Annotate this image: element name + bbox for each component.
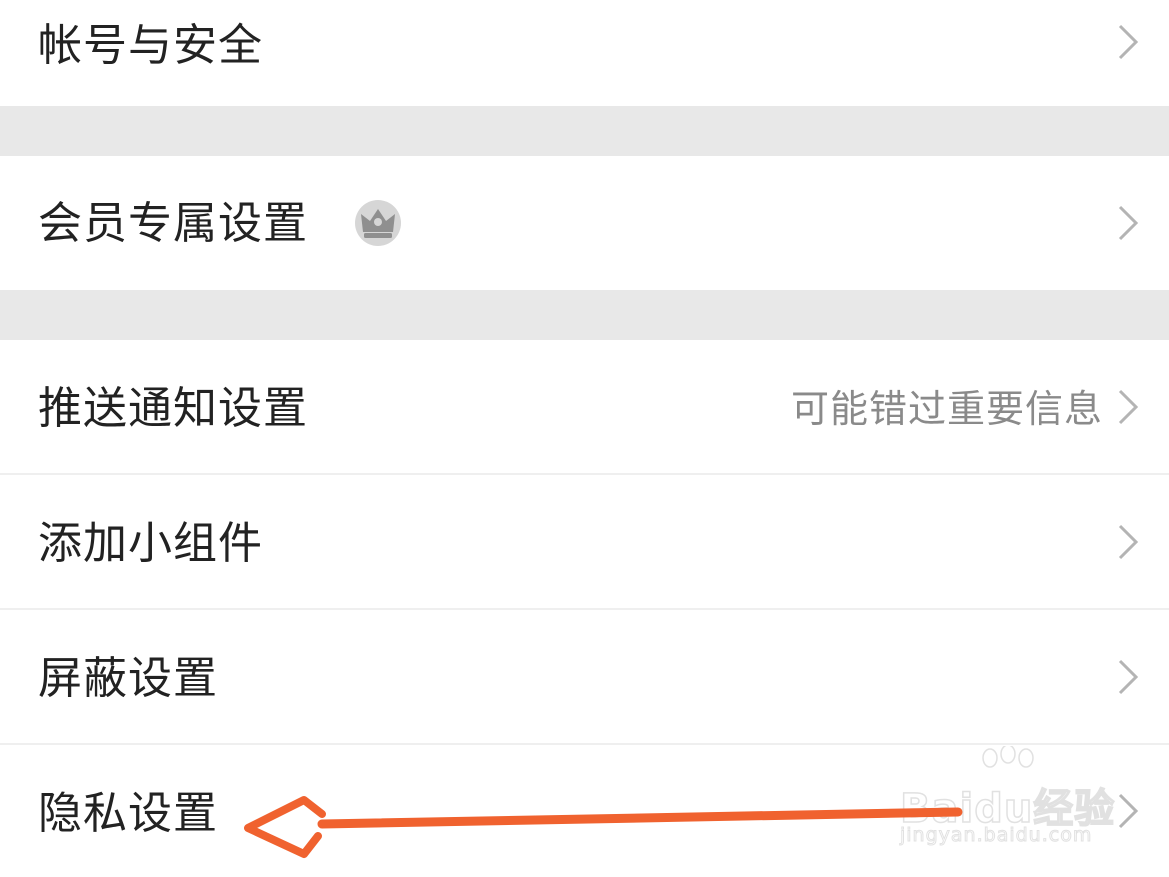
settings-page: 帐号与安全 会员专属设置 推送通知设置 可能错过重要信息 添加小组件 屏蔽设置 … <box>0 0 1169 877</box>
paw-icon <box>982 746 1034 768</box>
block-settings-label: 屏蔽设置 <box>38 653 218 704</box>
push-notification-label: 推送通知设置 <box>38 383 308 434</box>
add-widget-row[interactable]: 添加小组件 <box>0 475 1169 608</box>
add-widget-label: 添加小组件 <box>38 518 263 569</box>
watermark-url-text: jingyan.baidu.com <box>899 824 1093 847</box>
account-security-label: 帐号与安全 <box>38 20 263 71</box>
member-settings-label: 会员专属设置 <box>38 198 308 249</box>
push-notification-settings-row[interactable]: 推送通知设置 可能错过重要信息 <box>0 340 1169 473</box>
chevron-right-icon <box>1115 203 1141 243</box>
privacy-settings-label: 隐私设置 <box>38 788 218 839</box>
chevron-right-icon <box>1115 657 1141 697</box>
chevron-right-icon <box>1115 522 1141 562</box>
baidu-jingyan-watermark: Baidu经验 jingyan.baidu.com <box>899 746 1115 856</box>
push-notification-hint: 可能错过重要信息 <box>790 387 1103 431</box>
chevron-right-icon <box>1115 22 1141 62</box>
chevron-right-icon <box>1115 387 1141 427</box>
chevron-right-icon <box>1115 791 1141 831</box>
crown-icon <box>352 199 404 247</box>
member-settings-row[interactable]: 会员专属设置 <box>0 156 1169 290</box>
block-settings-row[interactable]: 屏蔽设置 <box>0 610 1169 743</box>
account-security-row[interactable]: 帐号与安全 <box>0 0 1169 106</box>
